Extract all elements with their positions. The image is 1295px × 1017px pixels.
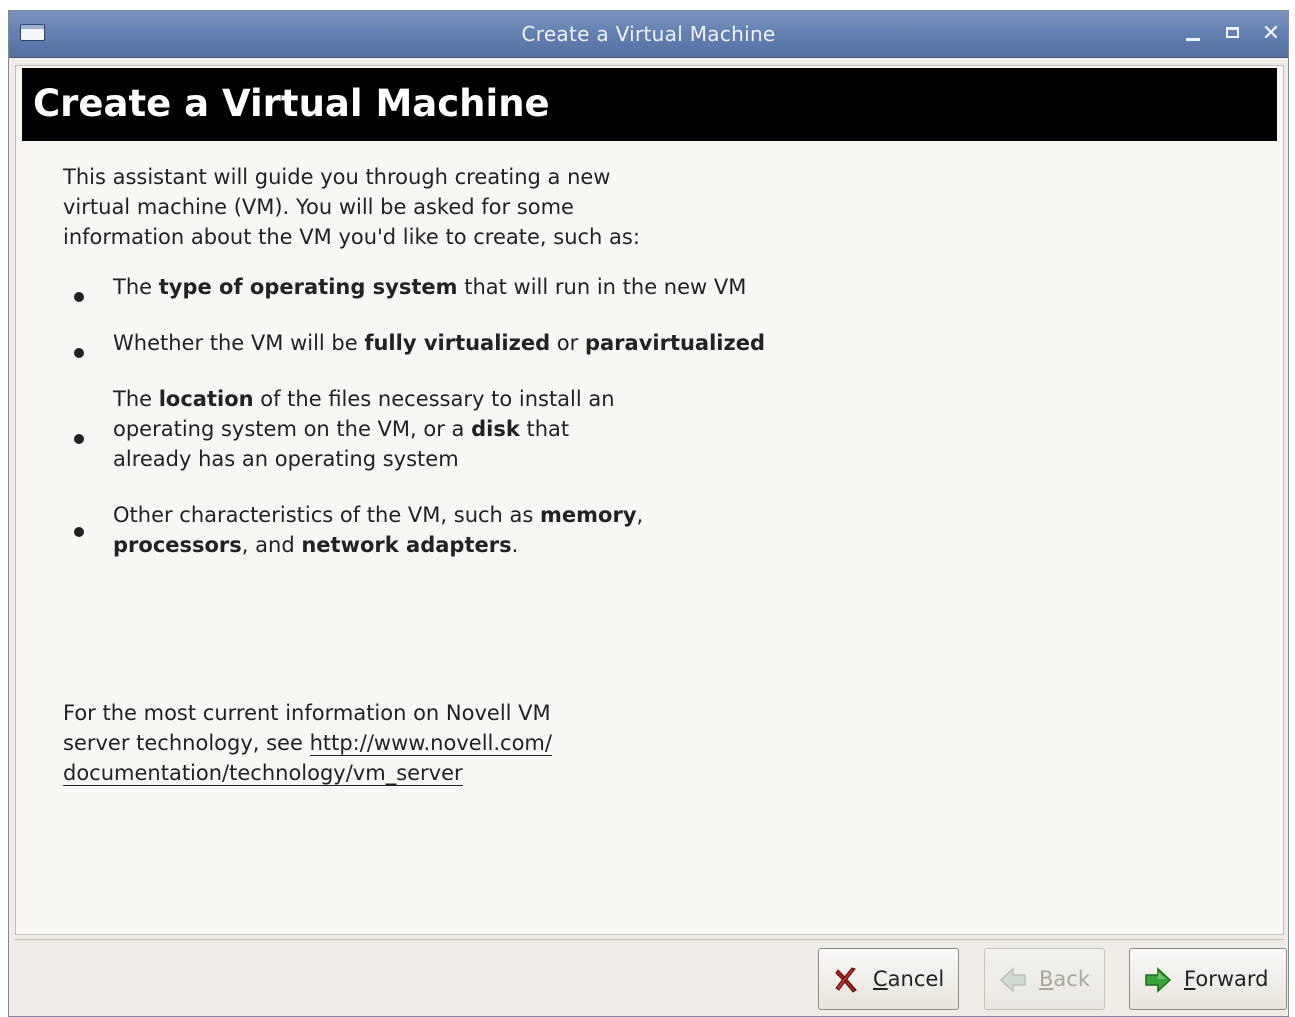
list-item-text: Other characteristics of the VM, such as [113,503,541,527]
list-item-bold: processors [113,533,242,557]
wizard-content: Create a Virtual Machine This assistant … [15,65,1284,935]
button-separator [15,939,1284,940]
back-label: Back [1039,967,1090,991]
list-item-bold: disk [471,417,520,441]
maximize-icon[interactable] [1220,22,1244,46]
forward-arrow-icon [1145,967,1172,993]
bullet-dot [74,292,84,302]
list-item-bold: memory [540,503,637,527]
list-item-bold: type of operating system [158,275,458,299]
list-item-bold: location [158,387,254,411]
cancel-label: Cancel [873,967,945,991]
wizard-window: Create a Virtual Machine ✕ Create a Virt… [8,10,1289,1017]
list-item-text: that will run in the new VM [457,275,747,299]
list-item-text: . [511,533,519,557]
list-item-text: that [519,417,570,441]
forward-label: Forward [1184,967,1269,991]
list-item-text: The [113,387,159,411]
minimize-icon[interactable] [1181,22,1205,46]
back-arrow-icon [999,967,1026,993]
list-item-text: , and [241,533,302,557]
forward-button[interactable]: Forward [1129,948,1287,1010]
close-icon[interactable]: ✕ [1259,22,1283,46]
list-item: Whether the VM will be fully virtualized… [113,328,765,358]
bullet-dot [74,348,84,358]
title-bar[interactable]: Create a Virtual Machine ✕ [9,11,1288,58]
list-item: Other characteristics of the VM, such as… [113,500,643,560]
list-item-text: operating system on the VM, or a [113,417,472,441]
more-info-text: For the most current information on Nove… [63,698,603,788]
page-header: Create a Virtual Machine [22,68,1277,141]
novell-doc-link[interactable]: http://www.novell.com/ [309,731,552,756]
cancel-x-icon [835,967,857,993]
page-title: Create a Virtual Machine [33,82,550,125]
list-item-bold: network adapters [301,533,512,557]
cancel-button[interactable]: Cancel [818,948,959,1010]
novell-doc-link-cont[interactable]: documentation/technology/vm_server [63,761,463,786]
back-button[interactable]: Back [984,948,1105,1010]
list-item-bold: paravirtualized [584,331,765,355]
list-item-bold: fully virtualized [364,331,551,355]
list-item: The location of the files necessary to i… [113,384,615,474]
list-item-text: or [550,331,585,355]
list-item: The type of operating system that will r… [113,272,746,302]
list-item-text: , [636,503,644,527]
window-title: Create a Virtual Machine [521,22,776,46]
bullet-dot [74,527,84,537]
list-item-text: of the files necessary to install an [253,387,615,411]
list-item-text: The [113,275,159,299]
intro-text: This assistant will guide you through cr… [63,165,640,249]
bullet-dot [74,434,84,444]
list-item-text: Whether the VM will be [113,331,365,355]
list-item-text: already has an operating system [113,447,459,471]
